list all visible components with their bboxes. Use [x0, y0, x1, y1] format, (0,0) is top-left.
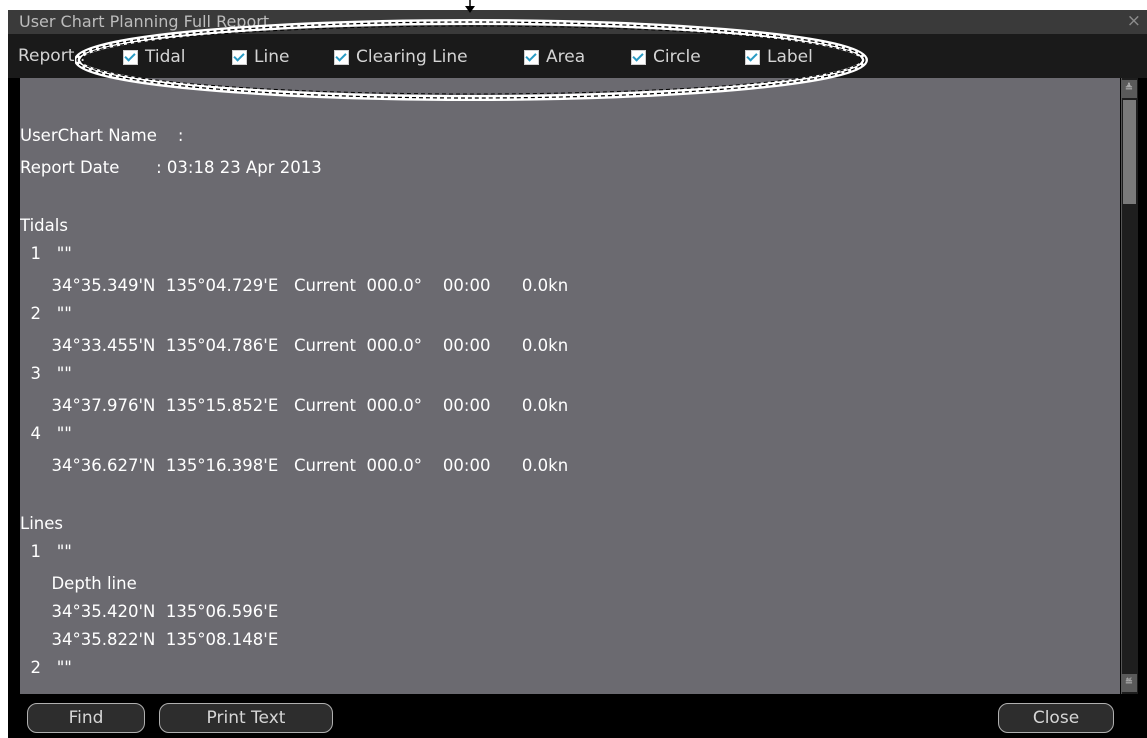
- close-button[interactable]: Close: [998, 703, 1114, 733]
- report-line: Lines: [20, 514, 63, 533]
- report-line: Tidals: [20, 216, 68, 235]
- scroll-thumb[interactable]: [1123, 100, 1136, 204]
- report-line: UserChart Name :: [20, 126, 184, 145]
- scroll-up-icon[interactable]: ≜: [1121, 80, 1137, 98]
- report-text-area[interactable]: UserChart Name : Report Date : 03:18 23 …: [20, 78, 1120, 694]
- highlight-ellipse: [75, 19, 868, 101]
- report-line: 34°36.627'N 135°16.398'E Current 000.0° …: [20, 456, 569, 475]
- report-line: 3 "": [20, 364, 72, 383]
- scroll-down-icon[interactable]: ≝: [1121, 674, 1137, 692]
- report-window: User Chart Planning Full Report × Report…: [8, 10, 1147, 738]
- report-line: Depth line: [20, 574, 137, 593]
- report-line: 2 "": [20, 304, 72, 323]
- report-line: 1 "": [20, 542, 72, 561]
- report-line: 34°35.420'N 135°06.596'E: [20, 602, 279, 621]
- print-text-button[interactable]: Print Text: [159, 703, 333, 733]
- arrow-down-icon: [465, 0, 475, 13]
- find-button[interactable]: Find: [27, 703, 145, 733]
- report-line: 34°37.976'N 135°15.852'E Current 000.0° …: [20, 396, 569, 415]
- report-line: 34°35.349'N 135°04.729'E Current 000.0° …: [20, 276, 569, 295]
- report-line: 34°33.455'N 135°04.786'E Current 000.0° …: [20, 336, 569, 355]
- report-line: 34°35.822'N 135°08.148'E: [20, 630, 279, 649]
- close-icon[interactable]: ×: [1127, 11, 1141, 31]
- report-line: 4 "": [20, 424, 72, 443]
- report-line: 2 "": [20, 658, 72, 677]
- report-line: 1 "": [20, 244, 72, 263]
- report-line: Report Date : 03:18 23 Apr 2013: [20, 158, 322, 177]
